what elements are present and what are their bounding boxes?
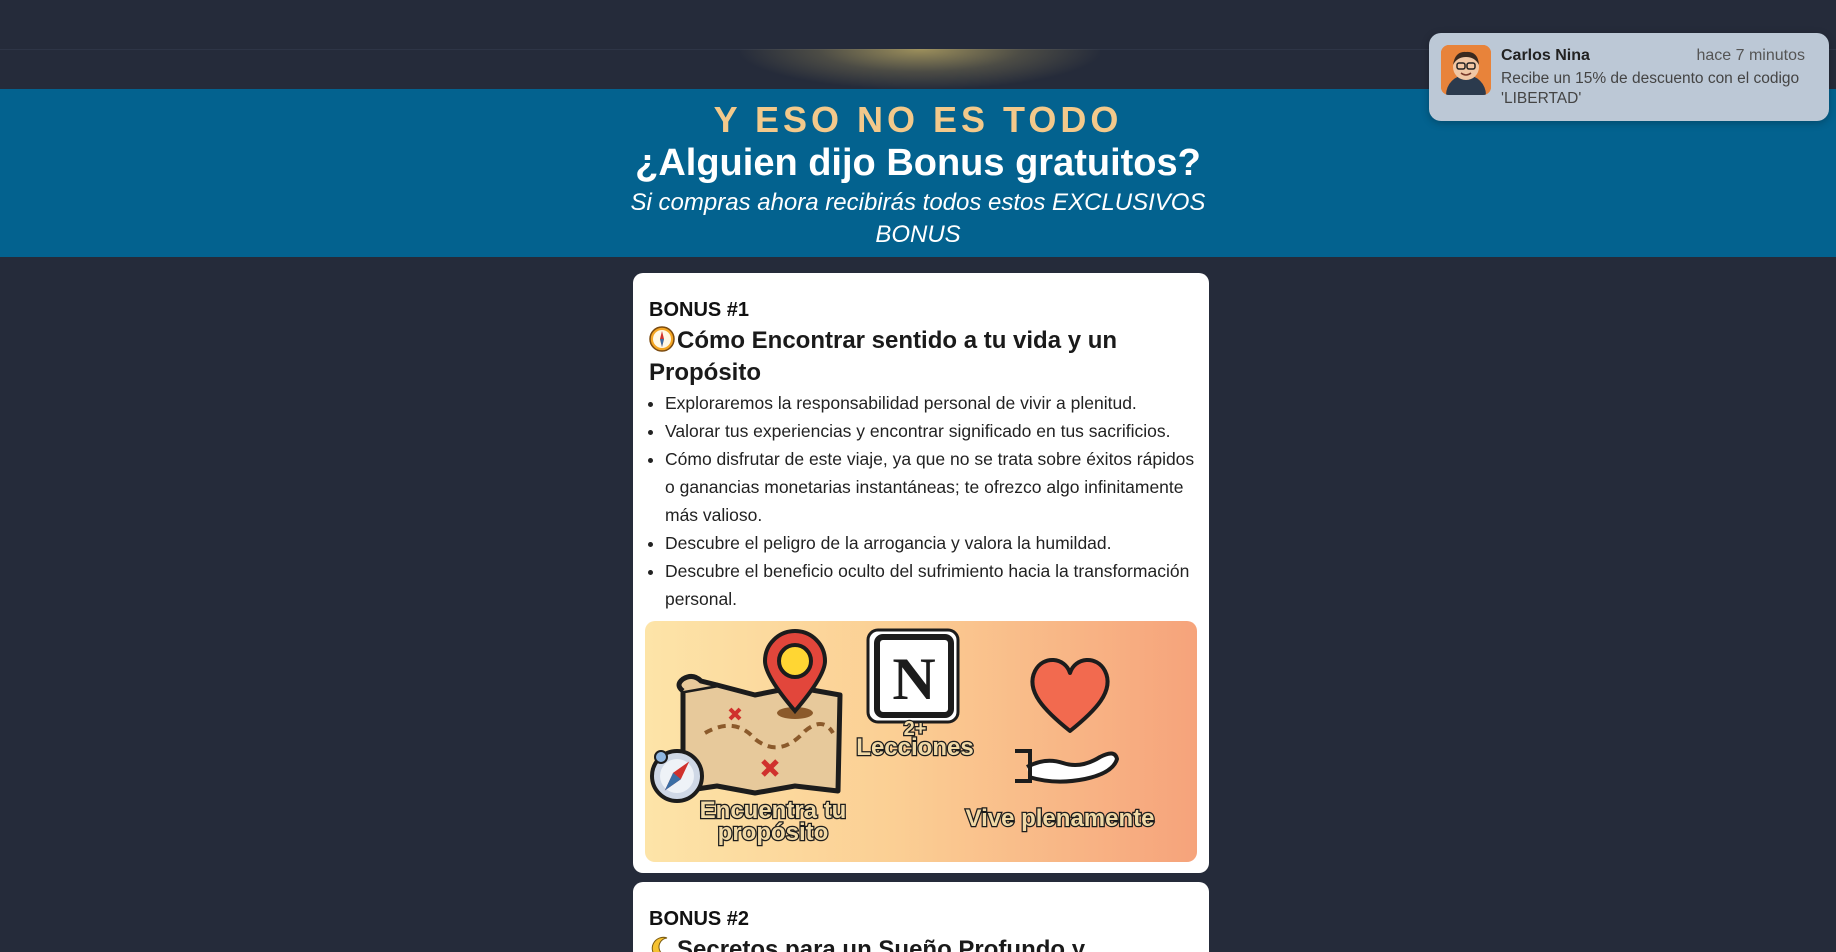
list-item: Valorar tus experiencias y encontrar sig… [665,417,1195,445]
bonus-title: Cómo Encontrar sentido a tu vida y un Pr… [649,325,1189,389]
logo-letter: N [892,646,935,712]
heart-hand-icon [1015,658,1119,784]
bonus-card-1: BONUS #1 Cómo Encontrar sentido a tu vid… [633,273,1209,873]
bonus-banner-image: Encuentra tu propósito N 2+ Lecciones Vi… [645,621,1197,862]
list-item: Descubre el beneficio oculto del sufrimi… [665,557,1195,613]
avatar [1441,45,1491,95]
list-item: Descubre el peligro de la arrogancia y v… [665,529,1195,557]
bonus-title-text: Cómo Encontrar sentido a tu vida y un Pr… [649,327,1118,386]
notification-time: hace 7 minutos [1696,47,1805,64]
compass-icon [649,326,675,352]
bonus-card-2: BONUS #2 Secretos para un Sueño Profundo… [633,882,1209,952]
notion-logo-icon: N [866,628,960,724]
bonus-bullets: Exploraremos la responsabilidad personal… [665,389,1195,613]
bonus-title: Secretos para un Sueño Profundo y [649,934,1189,952]
hero-title: ¿Alguien dijo Bonus gratuitos? [635,142,1201,184]
moon-icon [651,936,668,952]
banner-lesson-caption: Lecciones [856,734,973,761]
list-item: Exploraremos la responsabilidad personal… [665,389,1195,417]
hero-subtitle: Si compras ahora recibirás todos estos E… [630,189,1206,248]
compass-icon [650,749,704,803]
banner-caption-right: Vive plenamente [966,805,1155,832]
notification-name: Carlos Nina [1501,47,1590,64]
purchase-notification[interactable]: Carlos Nina hace 7 minutos Recibe un 15%… [1429,33,1829,121]
bonus-title-text: Secretos para un Sueño Profundo y [677,936,1086,952]
bonus-label: BONUS #2 [649,908,750,930]
list-item: Cómo disfrutar de este viaje, ya que no … [665,445,1195,529]
notification-message: Recibe un 15% de descuento con el codigo… [1501,70,1800,107]
header-glow [740,49,1100,89]
banner-caption-left-2: propósito [718,819,829,846]
bonus-label: BONUS #1 [649,299,750,321]
